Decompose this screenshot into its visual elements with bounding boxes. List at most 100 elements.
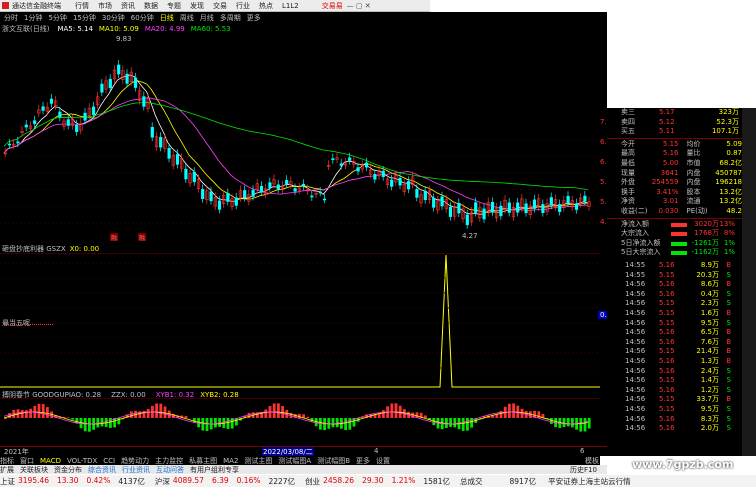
indicator-tab[interactable]: 更多 [356, 456, 370, 466]
ma-line [3, 102, 588, 191]
index-amount: 4137亿 [118, 476, 145, 486]
panel4-chart[interactable] [0, 398, 607, 446]
period-tab[interactable]: 5分钟 [48, 13, 66, 23]
stat-val: 5.00 [662, 158, 679, 167]
history-f10[interactable]: 历史F10 [570, 465, 597, 475]
index-name: 创业 [305, 476, 321, 486]
extension-tab[interactable]: 行业资讯 [122, 465, 150, 475]
histogram-bar [20, 410, 24, 418]
extension-tab[interactable]: 资金分布 [54, 465, 82, 475]
tick-time: 14:56 [625, 337, 646, 346]
tick-side: S [726, 376, 731, 385]
extension-tab[interactable]: 扩展 [0, 465, 14, 475]
menu-item[interactable]: 行情 [75, 1, 89, 11]
period-tab[interactable]: 月线 [200, 13, 214, 23]
quote-panel: 卖三 5.17 323万 卖四 5.12 52.3万 买五 5.11 107.1万 今开 5.15… [607, 108, 742, 257]
extension-tab[interactable]: 有用户组利专享 [190, 465, 239, 475]
margin-marker-label: 融 [111, 234, 117, 242]
tick-vol: 2.3万 [700, 299, 719, 308]
indicator-tab[interactable]: VOL-TDX [67, 457, 97, 465]
indicator-tab[interactable]: MACD [40, 457, 61, 465]
menu-item[interactable]: 数据 [144, 1, 158, 11]
period-tab[interactable]: 更多 [247, 13, 261, 23]
menu-item[interactable]: 市场 [98, 1, 112, 11]
candle [100, 83, 104, 93]
panel2-value: X0: 0.00 [69, 245, 100, 253]
period-tab[interactable]: 1分钟 [24, 13, 42, 23]
index-item[interactable]: 沪深 4089.57 6.39 0.16% 2227亿 [155, 476, 295, 487]
indicator-tab[interactable]: 测试幅图A [278, 456, 311, 466]
stat-key2: 内盘 [686, 178, 701, 187]
indicator-tab[interactable]: CCI [103, 457, 115, 465]
stat-val: 0.030 [658, 206, 679, 215]
period-tab[interactable]: 60分钟 [131, 13, 154, 23]
candle [276, 184, 280, 190]
stat-val2: 68.2亿 [719, 158, 742, 167]
ask-label: 卖四 [621, 117, 635, 126]
stat-val2: 0.87 [726, 149, 742, 158]
period-tab[interactable]: 日线 [160, 13, 174, 23]
menu-item[interactable]: 热点 [259, 1, 273, 11]
menu-item[interactable]: 专题 [167, 1, 181, 11]
candle [184, 168, 188, 180]
period-tabs: 分时 1分钟 5分钟 15分钟 30分钟 60分钟 日线 周线 月线 多周期 更多 [4, 13, 267, 22]
stat-val2: 13.2亿 [719, 187, 742, 196]
tick-side: B [726, 261, 731, 269]
window-controls[interactable]: — ▢ ✕ [347, 2, 371, 10]
period-tab[interactable]: 周线 [180, 13, 194, 23]
extension-tab[interactable]: 互动问答 [156, 465, 184, 475]
flow-bar [671, 232, 687, 237]
tick-row: 14:56 5.16 0.4万 S [625, 290, 742, 300]
period-tab[interactable]: 分时 [4, 13, 18, 23]
indicator-tab[interactable]: 测试主图 [244, 456, 272, 466]
tick-side: S [726, 270, 731, 279]
menu-item[interactable]: 资讯 [121, 1, 135, 11]
menu-item[interactable]: 行业 [236, 1, 250, 11]
ask-row: 卖三 5.17 323万 [621, 108, 742, 118]
index-item[interactable]: 总成交 8917亿 [460, 476, 536, 487]
kline-chart[interactable]: 9.83 4.27 融 融 [0, 33, 607, 243]
index-item[interactable]: 创业 2458.26 29.30 1.21% 1581亿 [305, 476, 450, 487]
histogram-bar [449, 418, 452, 427]
flow-label: 净流入额 [621, 219, 649, 228]
candle [541, 204, 545, 213]
panel2-chart[interactable] [0, 253, 607, 388]
tick-panel[interactable]: 14:55 5.16 8.9万 B 14:55 5.15 20.3万 S 14:56 5.16 8.… [607, 257, 742, 456]
histogram-bar [512, 403, 515, 418]
side-toolbar[interactable] [742, 108, 756, 456]
extension-tab[interactable]: 关联板块 [20, 465, 48, 475]
histogram-bar [67, 417, 70, 418]
tick-row: 14:56 5.15 1.6万 B [625, 309, 742, 319]
extension-tab[interactable]: 综合资讯 [88, 465, 116, 475]
indicator-tab[interactable]: 测试幅图B [317, 456, 350, 466]
candle [251, 189, 255, 197]
flow-value: 3020万 [694, 219, 719, 228]
flow-row: 大宗流入 1768万 8% [621, 229, 742, 239]
menu-item[interactable]: 交易 [213, 1, 227, 11]
trade-alert[interactable]: 交易易 [322, 1, 343, 11]
ma-legend-item: MA60: 5.53 [190, 24, 231, 33]
tick-row: 14:56 5.15 21.4万 B [625, 347, 742, 357]
candle [83, 112, 87, 121]
tick-price: 5.16 [659, 424, 675, 433]
index-item[interactable]: 上证 3195.46 13.30 0.42% 4137亿 [0, 476, 145, 487]
period-tab[interactable]: 30分钟 [102, 13, 125, 23]
histogram-bar [382, 410, 385, 418]
menu-item[interactable]: 发现 [190, 1, 204, 11]
tick-vol: 21.4万 [696, 347, 719, 356]
histogram-bar [306, 416, 310, 418]
histogram-bar [445, 418, 448, 428]
tick-row: 14:56 5.16 2.0万 S [625, 424, 742, 434]
indicator-tab[interactable]: MA2 [223, 457, 238, 465]
stat-row: 净资 3.01 流通 13.2亿 [621, 197, 742, 207]
tick-price: 5.15 [659, 404, 675, 413]
histogram-bar [587, 418, 591, 429]
period-tab[interactable]: 15分钟 [73, 13, 96, 23]
indicator-tab[interactable]: 设置 [376, 456, 390, 466]
menu-item[interactable]: L1L2 [282, 2, 299, 10]
period-tab[interactable]: 多周期 [220, 13, 241, 23]
candle [423, 190, 427, 200]
ask-vol: 323万 [718, 108, 739, 116]
tick-price: 5.16 [659, 414, 675, 423]
tick-time: 14:56 [625, 347, 646, 356]
